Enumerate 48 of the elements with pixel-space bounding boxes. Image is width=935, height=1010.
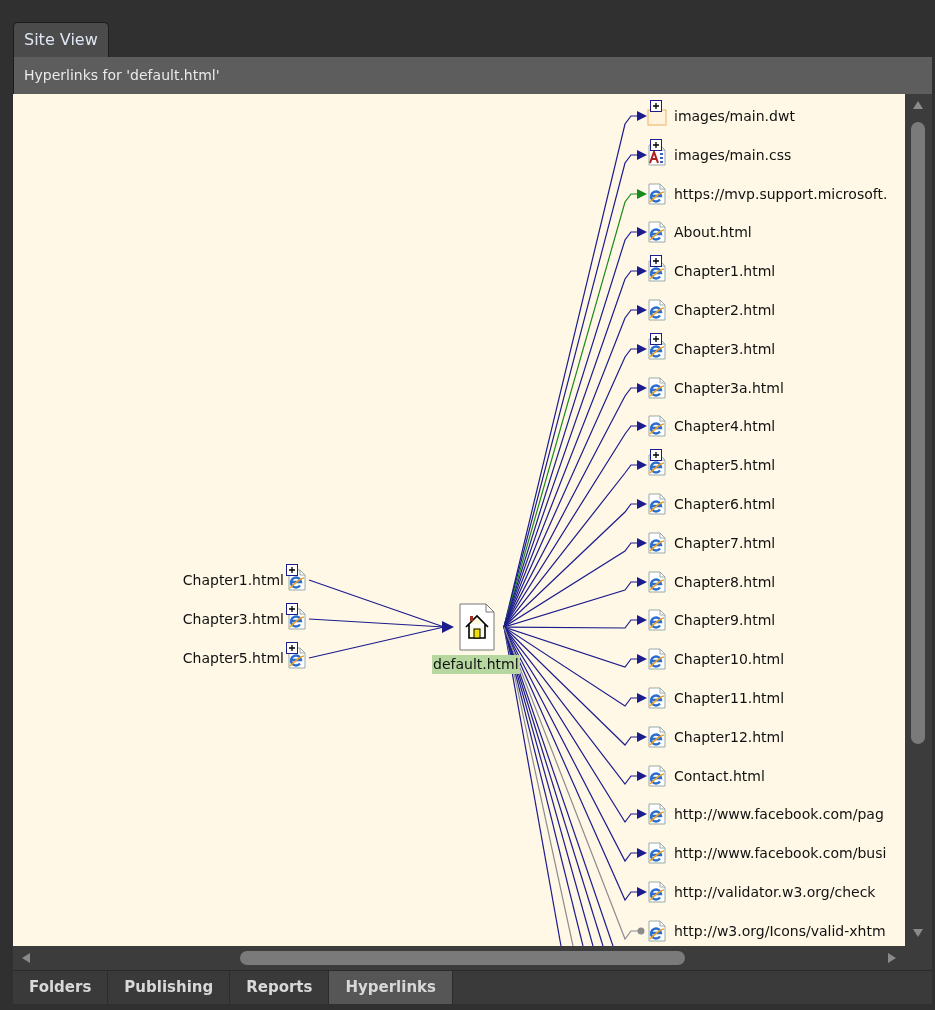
home-page-icon	[459, 603, 495, 651]
file-node-label[interactable]: Chapter11.html	[673, 689, 786, 707]
file-node-label[interactable]: Chapter2.html	[673, 301, 777, 319]
file-node-label[interactable]: Chapter9.html	[673, 611, 777, 629]
file-node-label[interactable]: Chapter4.html	[673, 417, 777, 435]
file-node-label[interactable]: https://mvp.support.microsoft.	[673, 185, 889, 203]
file-node-label[interactable]: Chapter1.html	[673, 262, 777, 280]
file-node-label[interactable]: http://w3.org/Icons/valid-xhtm	[673, 922, 887, 940]
expand-icon[interactable]	[286, 603, 298, 615]
horizontal-scrollbar[interactable]	[13, 946, 932, 970]
file-node-label[interactable]: Chapter6.html	[673, 495, 777, 513]
expand-icon[interactable]	[286, 642, 298, 654]
expand-icon[interactable]	[286, 564, 298, 576]
panel-header: Hyperlinks for 'default.html'	[13, 57, 932, 94]
file-node-label[interactable]: About.html	[673, 223, 753, 241]
scroll-up-icon[interactable]	[912, 100, 924, 110]
expand-icon[interactable]	[650, 333, 662, 345]
expand-icon[interactable]	[650, 139, 662, 151]
view-tab[interactable]: Hyperlinks	[329, 971, 453, 1004]
file-node-label[interactable]: Chapter3.html	[673, 340, 777, 358]
file-node-label[interactable]: http://www.facebook.com/pag	[673, 805, 885, 823]
file-node-label[interactable]: Chapter3a.html	[673, 379, 785, 397]
file-node-label[interactable]: Chapter7.html	[673, 534, 777, 552]
file-node-label[interactable]: Chapter10.html	[673, 650, 786, 668]
file-node-label[interactable]: Chapter1.html	[181, 571, 285, 589]
file-node-label[interactable]: http://validator.w3.org/check	[673, 883, 877, 901]
file-node-label[interactable]: Chapter5.html	[181, 649, 285, 667]
file-node-label[interactable]: images/main.css	[673, 146, 793, 164]
scroll-down-icon[interactable]	[912, 928, 924, 938]
file-node-label[interactable]: Chapter12.html	[673, 728, 786, 746]
view-tab[interactable]: Folders	[13, 971, 109, 1004]
scroll-thumb[interactable]	[240, 951, 685, 965]
view-tab[interactable]: Publishing	[108, 971, 231, 1004]
vertical-scrollbar[interactable]	[905, 94, 932, 946]
expand-icon[interactable]	[650, 449, 662, 461]
scroll-right-icon[interactable]	[887, 952, 897, 964]
tab[interactable]: Site View	[13, 22, 109, 57]
expand-icon[interactable]	[650, 100, 662, 112]
file-node-label[interactable]: Chapter8.html	[673, 573, 777, 591]
file-node-label[interactable]: http://www.facebook.com/busi	[673, 844, 888, 862]
home-node-label[interactable]: default.html	[432, 655, 520, 674]
file-node-label[interactable]: Chapter5.html	[673, 456, 777, 474]
scroll-thumb[interactable]	[911, 122, 925, 744]
file-node-label[interactable]: images/main.dwt	[673, 107, 796, 125]
file-node-label[interactable]: Chapter3.html	[181, 610, 285, 628]
file-node-label[interactable]: Contact.html	[673, 767, 766, 785]
expand-icon[interactable]	[650, 255, 662, 267]
scroll-left-icon[interactable]	[21, 952, 31, 964]
